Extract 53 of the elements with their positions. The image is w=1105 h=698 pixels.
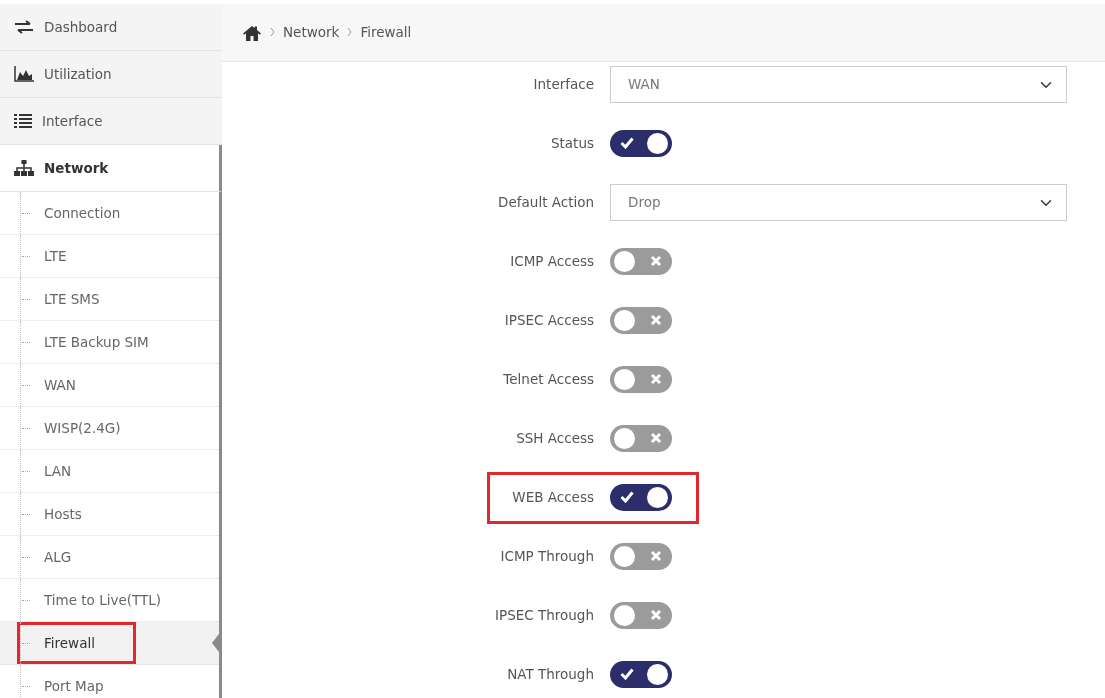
sidebar-subitem[interactable]: WAN — [0, 364, 219, 407]
field-label: IPSEC Access — [503, 311, 595, 331]
close-icon — [650, 432, 662, 444]
area-chart-icon — [14, 66, 34, 82]
transfer-icon — [14, 20, 34, 34]
home-icon[interactable] — [242, 24, 262, 41]
toggle-switch[interactable] — [610, 543, 672, 570]
close-icon — [650, 255, 662, 267]
sidebar-item[interactable]: Dashboard — [0, 4, 222, 51]
toggle-switch[interactable] — [610, 661, 672, 688]
breadcrumb-current: Firewall — [360, 23, 412, 43]
toggle-switch[interactable] — [610, 366, 672, 393]
field-label: Default Action — [497, 193, 595, 213]
field-label: NAT Through — [506, 665, 595, 685]
dropdown-field[interactable]: WAN — [610, 66, 1067, 103]
toggle-switch[interactable] — [610, 307, 672, 334]
check-icon — [620, 491, 634, 503]
sidebar-subitem[interactable]: ALG — [0, 536, 219, 579]
field-label: Telnet Access — [502, 370, 595, 390]
sidebar-item[interactable]: Utilization — [0, 51, 222, 98]
sidebar-subitem[interactable]: LTE SMS — [0, 278, 219, 321]
close-icon — [650, 373, 662, 385]
sidebar-subitem[interactable]: Hosts — [0, 493, 219, 536]
close-icon — [650, 609, 662, 621]
field-label: IPSEC Through — [494, 606, 595, 626]
field-label: ICMP Access — [509, 252, 595, 272]
field-label: ICMP Through — [499, 547, 595, 567]
field-label: Status — [549, 134, 595, 154]
sidebar-subitem[interactable]: LAN — [0, 450, 219, 493]
dropdown-field[interactable]: Drop — [610, 184, 1067, 221]
toggle-switch[interactable] — [610, 425, 672, 452]
close-icon — [650, 314, 662, 326]
check-icon — [620, 137, 634, 149]
sidebar-subitem[interactable]: Firewall — [0, 622, 219, 665]
field-label: WEB Access — [511, 488, 595, 508]
sidebar-item[interactable]: Interface — [0, 98, 222, 145]
sidebar-subitem[interactable]: Connection — [0, 192, 219, 235]
toggle-switch[interactable] — [610, 130, 672, 157]
toggle-switch[interactable] — [610, 484, 672, 511]
field-label: Interface — [532, 75, 595, 95]
toggle-switch[interactable] — [610, 602, 672, 629]
toggle-switch[interactable] — [610, 248, 672, 275]
list-icon — [14, 113, 32, 129]
sidebar-subitem[interactable]: LTE — [0, 235, 219, 278]
sidebar-item[interactable]: Network — [0, 145, 222, 192]
sidebar-subitem[interactable]: WISP(2.4G) — [0, 407, 219, 450]
highlight-frame: Firewall — [20, 624, 133, 662]
check-icon — [620, 668, 634, 680]
sitemap-icon — [14, 160, 34, 176]
breadcrumb-link[interactable]: Network — [283, 22, 340, 43]
sidebar-subitem[interactable]: LTE Backup SIM — [0, 321, 219, 364]
field-label: SSH Access — [515, 429, 595, 449]
close-icon — [650, 550, 662, 562]
